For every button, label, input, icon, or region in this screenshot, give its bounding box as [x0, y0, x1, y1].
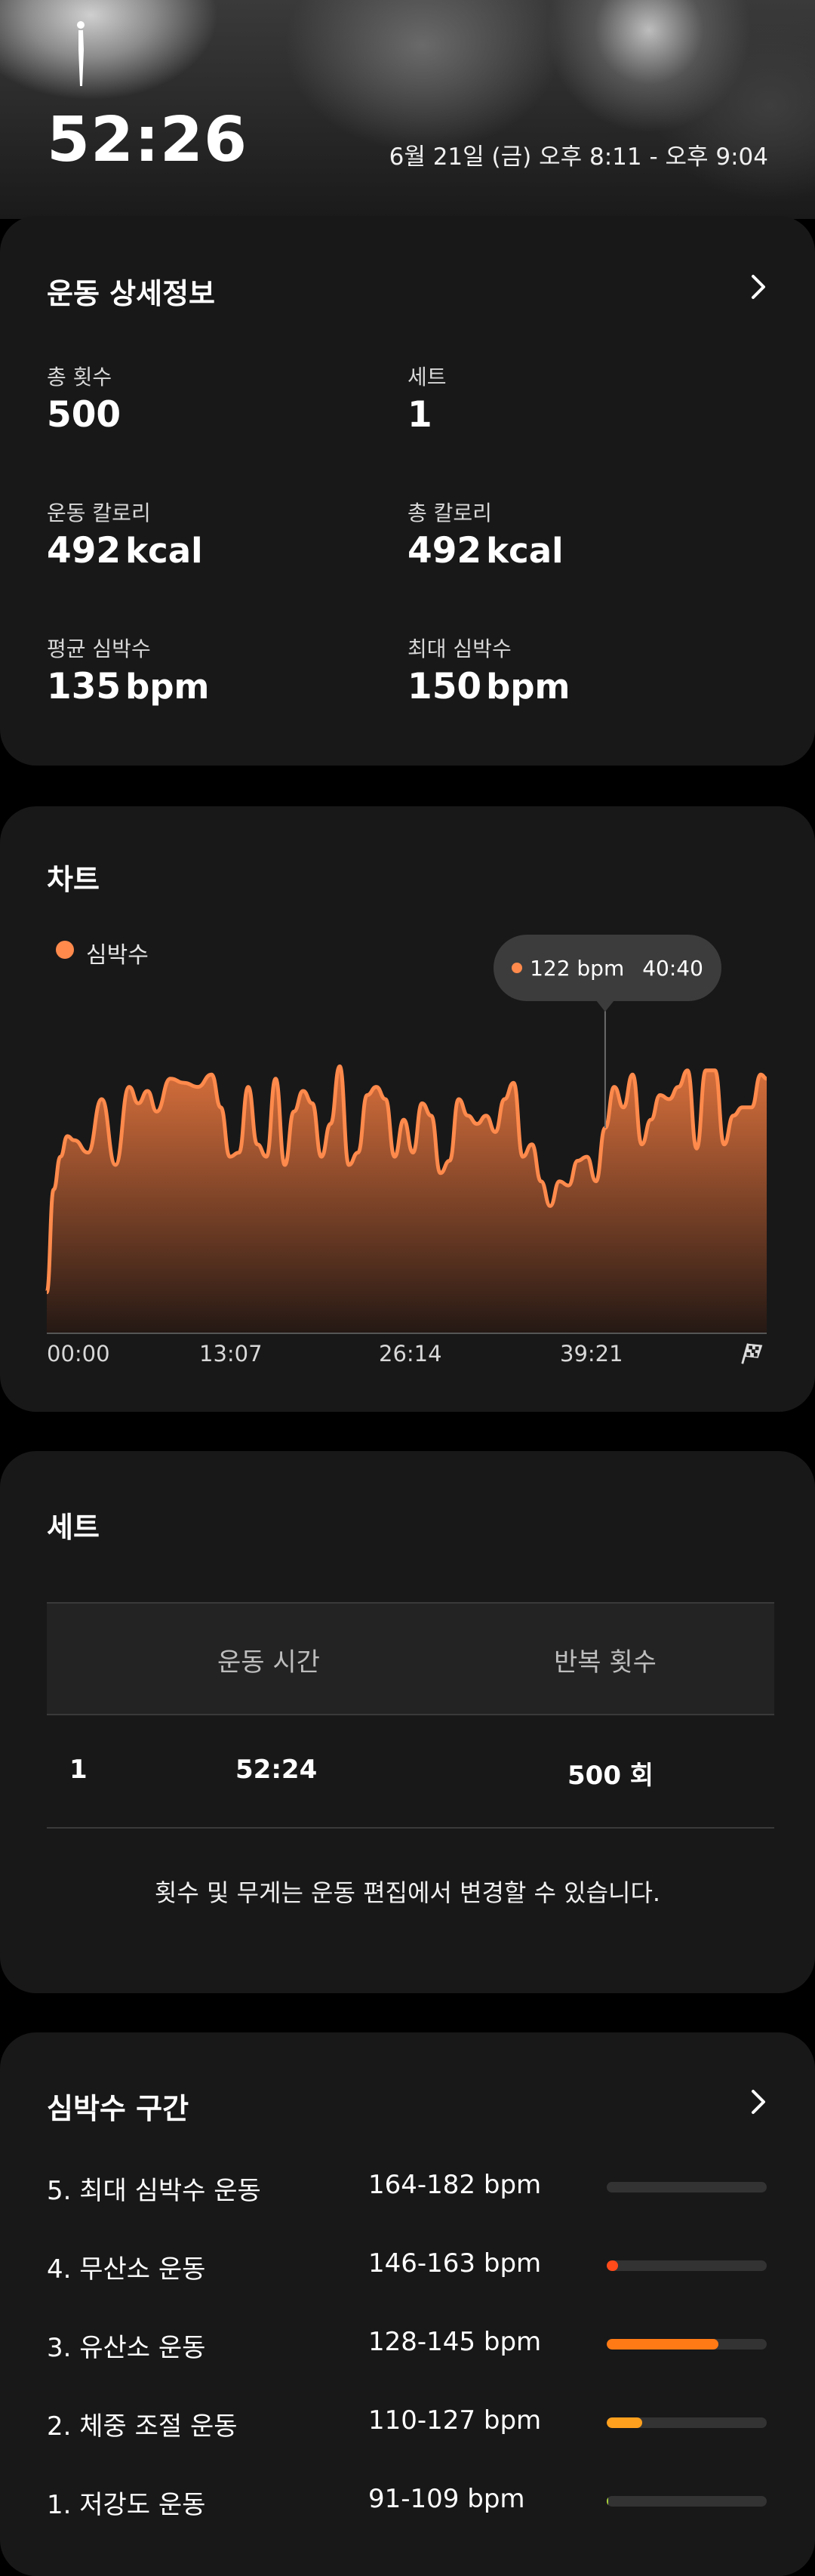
heart-rate-chart[interactable]	[0, 806, 815, 1412]
workout-details-card[interactable]: 운동 상세정보 총 횟수 500 세트 1 운동 칼로리 492 kcal 총 칼…	[0, 216, 815, 766]
heart-rate-zones-card[interactable]: 심박수 구간 5. 최대 심박수 운동 164-182 bpm 4. 무산소 운…	[0, 2032, 815, 2576]
stat-total-calories-value: 492 kcal	[408, 530, 564, 572]
workout-header: 52:26 6월 21일 (금) 오후 8:11 - 오후 9:04	[0, 0, 815, 219]
zones-title: 심박수 구간	[47, 2092, 189, 2125]
stat-max-heart-rate-value: 150 bpm	[408, 666, 570, 707]
zone-bar-fill	[607, 2339, 719, 2350]
sets-edit-note: 횟수 및 무게는 운동 편집에서 변경할 수 있습니다.	[154, 1878, 661, 1907]
row-time: 52:24	[235, 1755, 318, 1785]
zone-name: 1. 저강도 운동	[47, 2490, 206, 2520]
zone-name: 4. 무산소 운동	[47, 2254, 206, 2285]
tooltip-pointer	[595, 1000, 614, 1012]
workout-date-range: 6월 21일 (금) 오후 8:11 - 오후 9:04	[389, 143, 768, 171]
zone-bar	[607, 2260, 767, 2271]
zone-range: 91-109 bpm	[368, 2484, 525, 2514]
finish-flag-icon	[741, 1343, 763, 1364]
sets-title: 세트	[47, 1511, 100, 1544]
row-reps: 500 회	[567, 1761, 654, 1791]
zone-range: 146-163 bpm	[368, 2248, 542, 2279]
zone-bar	[607, 2417, 767, 2428]
zone-name: 5. 최대 심박수 운동	[47, 2176, 261, 2206]
x-tick-label: 13:07	[199, 1341, 263, 1367]
stat-max-heart-rate-label: 최대 심박수	[408, 636, 512, 661]
zone-bar-fill	[607, 2496, 609, 2507]
chevron-right-icon[interactable]	[743, 272, 773, 302]
column-header-time: 운동 시간	[217, 1647, 320, 1678]
zone-bar-fill	[607, 2417, 642, 2428]
sets-table-header: 운동 시간 반복 횟수	[47, 1602, 774, 1715]
row-index: 1	[69, 1755, 88, 1785]
chevron-right-icon[interactable]	[743, 2087, 773, 2117]
stat-sets-value: 1	[408, 394, 432, 436]
stat-workout-calories-label: 운동 칼로리	[47, 501, 151, 525]
x-tick-label: 39:21	[560, 1341, 623, 1367]
stat-avg-heart-rate-label: 평균 심박수	[47, 636, 151, 661]
zone-range: 128-145 bpm	[368, 2327, 542, 2357]
zone-bar	[607, 2182, 767, 2192]
table-row[interactable]: 1 52:24 500 회	[47, 1714, 774, 1829]
zone-range: 110-127 bpm	[368, 2405, 542, 2436]
zone-bar-fill	[607, 2260, 618, 2271]
person-standing-icon	[77, 21, 85, 86]
zone-range: 164-182 bpm	[368, 2170, 542, 2200]
stat-total-reps-value: 500	[47, 394, 121, 436]
stat-sets-label: 세트	[408, 365, 447, 390]
stat-workout-calories-value: 492 kcal	[47, 530, 203, 572]
zone-bar	[607, 2339, 767, 2350]
zone-name: 3. 유산소 운동	[47, 2333, 206, 2363]
zone-name: 2. 체중 조절 운동	[47, 2411, 238, 2442]
x-tick-label: 26:14	[379, 1341, 442, 1367]
column-header-reps: 반복 횟수	[554, 1647, 657, 1678]
stat-total-reps-label: 총 횟수	[47, 365, 112, 390]
stat-avg-heart-rate-value: 135 bpm	[47, 666, 210, 707]
workout-duration: 52:26	[47, 104, 248, 176]
stat-total-calories-label: 총 칼로리	[408, 501, 492, 525]
x-tick-label: 00:00	[47, 1341, 110, 1367]
zone-bar	[607, 2496, 767, 2507]
details-title: 운동 상세정보	[47, 277, 215, 310]
chart-card: 차트 심박수 122 bpm 40:40 00:00 13:07 26:14 3…	[0, 806, 815, 1412]
sets-card: 세트 운동 시간 반복 횟수 1 52:24 500 회 횟수 및 무게는 운동…	[0, 1451, 815, 1993]
